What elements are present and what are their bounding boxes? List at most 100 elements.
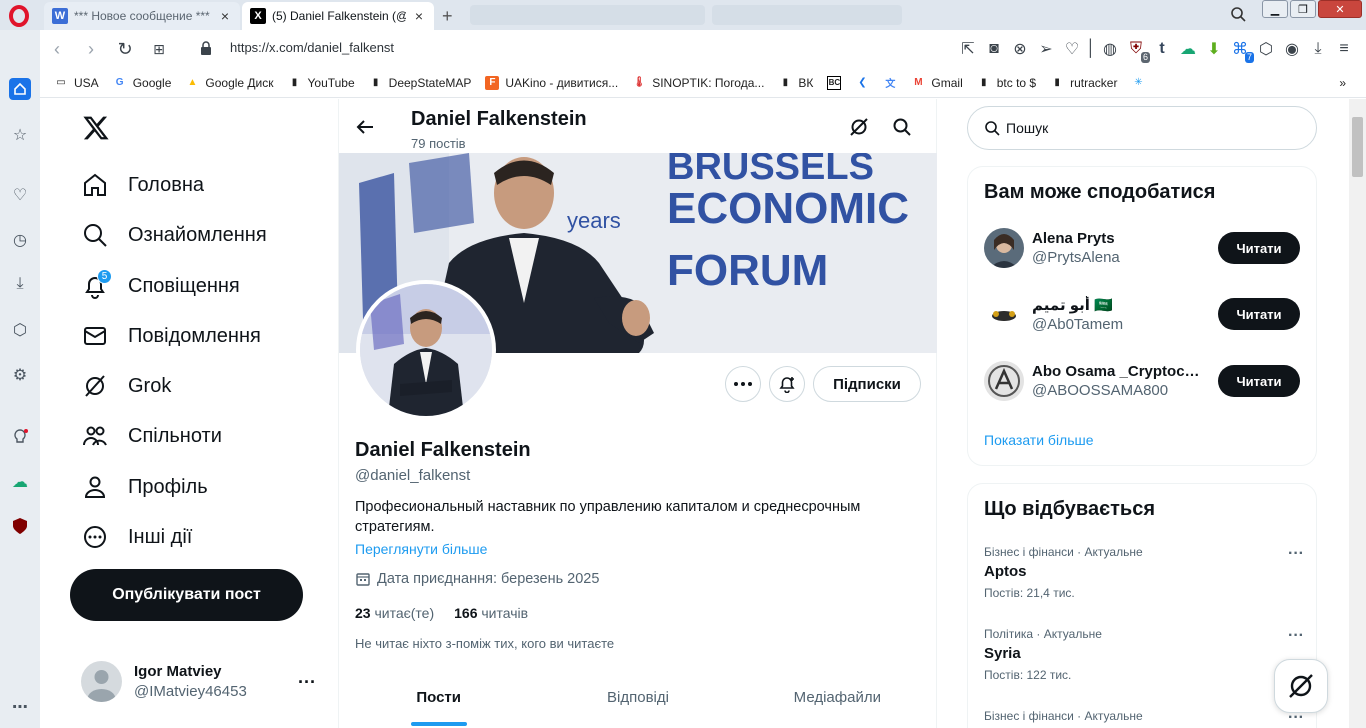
nav-more[interactable]: Інші дії	[82, 522, 192, 552]
nav-messages[interactable]: Повідомлення	[82, 321, 261, 351]
background-tab[interactable]	[712, 5, 902, 25]
globe-icon[interactable]: ◍	[1100, 39, 1120, 59]
nav-grok[interactable]: Grok	[82, 371, 171, 401]
new-tab-icon[interactable]: +	[442, 6, 453, 27]
easy-setup-icon[interactable]: ≡	[1334, 39, 1354, 59]
send-icon[interactable]: ➢	[1036, 39, 1056, 59]
grok-floating-button[interactable]	[1274, 659, 1328, 713]
following-link[interactable]: 23 читає(те)	[355, 605, 434, 621]
camera-icon[interactable]: ◙	[984, 39, 1004, 59]
background-tab[interactable]	[470, 5, 705, 25]
bookmark-bc[interactable]: BC	[827, 75, 842, 90]
tab-media[interactable]: Медіафайли	[738, 673, 937, 728]
heart-icon[interactable]: ♡	[9, 184, 31, 206]
tab-x-profile[interactable]: X (5) Daniel Falkenstein (@da ×	[242, 2, 434, 30]
url-field[interactable]: https://x.com/daniel_falkenst	[230, 40, 394, 55]
bookmark-translate[interactable]: 文	[883, 76, 897, 90]
cube-icon[interactable]: ⬡	[9, 319, 31, 341]
bulb-icon[interactable]	[9, 427, 31, 449]
downloads-icon[interactable]: ⤓	[1308, 39, 1328, 59]
forward-icon[interactable]: ›	[74, 34, 108, 64]
bookmark-arrow[interactable]: ❮	[855, 76, 869, 90]
tab-posts[interactable]: Пости	[339, 673, 538, 728]
tab-replies[interactable]: Відповіді	[538, 673, 737, 728]
settings-gear-icon[interactable]: ⚙	[9, 364, 31, 386]
following-button[interactable]: Підписки	[813, 366, 921, 402]
block-icon[interactable]: ⊗	[1010, 39, 1030, 59]
search-input[interactable]: Пошук	[967, 106, 1317, 150]
trend-more-icon[interactable]: ···	[1288, 627, 1304, 645]
account-more-icon[interactable]: ···	[298, 672, 316, 693]
bookmark-vk[interactable]: ▮ ВК	[778, 76, 814, 90]
account-switcher[interactable]: Igor Matviey @IMatviey46453	[81, 661, 247, 702]
back-arrow-icon[interactable]	[355, 117, 375, 137]
tab-grid-icon[interactable]: ⊞	[142, 34, 176, 64]
vpn-cloud-icon[interactable]: ☁	[9, 471, 31, 493]
see-more-link[interactable]: Переглянути більше	[355, 541, 487, 557]
maximize-icon[interactable]: ❐	[1290, 0, 1316, 18]
account-icon[interactable]: ◉	[1282, 39, 1302, 59]
tab-wiki[interactable]: W *** Новое сообщение *** ×	[44, 2, 240, 30]
x-logo-icon[interactable]	[82, 114, 110, 142]
opera-menu-icon[interactable]	[8, 5, 30, 27]
tumblr-icon[interactable]: t	[1152, 39, 1172, 59]
bookmark-youtube[interactable]: ▮ YouTube	[288, 76, 355, 90]
nav-communities[interactable]: Спільноти	[82, 421, 222, 451]
nav-profile[interactable]: Профіль	[82, 472, 208, 502]
tab-close-icon[interactable]: ×	[412, 9, 426, 23]
bookmark-uakino[interactable]: F UAKino - дивитися...	[485, 75, 618, 90]
trend-item[interactable]: Політика · Актуальне Syria Постів: 122 т…	[984, 627, 1304, 682]
box-icon[interactable]: ⬡	[1256, 39, 1276, 59]
bookmark-folder-usa[interactable]: ▭ USA	[54, 76, 98, 90]
bookmark-btc[interactable]: ▮ btc to $	[977, 76, 1036, 90]
share-icon[interactable]: ⇱	[958, 39, 978, 59]
suggested-user[interactable]: أبو تميم 🇸🇦 @Ab0Tamem	[984, 294, 1204, 334]
bookmark-gmail[interactable]: M Gmail	[911, 76, 963, 90]
bookmark-rutracker[interactable]: ▮ rutracker	[1050, 76, 1117, 90]
close-window-icon[interactable]: ✕	[1318, 0, 1362, 18]
bookmarks-star-icon[interactable]: ☆	[9, 124, 31, 146]
history-clock-icon[interactable]: ◷	[9, 229, 31, 251]
nav-home[interactable]: Головна	[82, 170, 204, 200]
extension-puzzle-icon[interactable]: ⌘ 7	[1230, 39, 1254, 63]
follow-button[interactable]: Читати	[1218, 298, 1300, 330]
suggested-user[interactable]: Alena Pryts @PrytsAlena	[984, 228, 1204, 268]
minimize-icon[interactable]: ▁	[1262, 0, 1288, 18]
suggested-user[interactable]: Abo Osama _Cryptocurrency @ABOOSSAMA800	[984, 361, 1204, 401]
search-icon[interactable]	[892, 117, 912, 137]
follow-button[interactable]: Читати	[1218, 232, 1300, 264]
bookmarks-overflow-icon[interactable]: »	[1339, 76, 1346, 90]
trend-item[interactable]: Бізнес і фінанси · Актуальне ···	[984, 709, 1304, 726]
bookmark-star[interactable]: ✳	[1131, 76, 1145, 90]
show-more-link[interactable]: Показати більше	[984, 432, 1094, 448]
download-arrow-icon[interactable]: ⬇	[1204, 39, 1224, 59]
nav-explore[interactable]: Ознайомлення	[82, 220, 267, 250]
more-options-icon[interactable]	[725, 366, 761, 402]
followers-link[interactable]: 166 читачів	[454, 605, 528, 621]
bookmark-google[interactable]: G Google	[113, 76, 172, 90]
ublock-shield-icon[interactable]	[9, 515, 31, 537]
profile-avatar[interactable]	[356, 280, 496, 420]
bookmark-google-drive[interactable]: ▲ Google Диск	[185, 76, 273, 90]
notify-bell-icon[interactable]	[769, 366, 805, 402]
grok-icon[interactable]	[849, 117, 869, 137]
home-speed-dial-icon[interactable]	[9, 78, 31, 100]
sidebar-more-icon[interactable]: ⋯	[9, 696, 31, 718]
back-icon[interactable]: ‹	[40, 34, 74, 64]
page-scrollbar[interactable]	[1349, 99, 1366, 728]
tab-search-icon[interactable]	[1230, 6, 1246, 22]
trend-item[interactable]: Бізнес і фінанси · Актуальне Aptos Пості…	[984, 545, 1304, 600]
bookmark-deepstatemap[interactable]: ▮ DeepStateMAP	[369, 76, 471, 90]
downloads-icon[interactable]: ⤓	[9, 273, 31, 295]
tab-close-icon[interactable]: ×	[218, 9, 232, 23]
reload-icon[interactable]: ↻	[108, 34, 142, 64]
vpn-icon[interactable]: ☁	[1178, 39, 1198, 59]
post-button[interactable]: Опублікувати пост	[70, 569, 303, 621]
follow-button[interactable]: Читати	[1218, 365, 1300, 397]
scrollbar-thumb[interactable]	[1352, 117, 1363, 177]
trend-more-icon[interactable]: ···	[1288, 545, 1304, 563]
nav-notifications[interactable]: 5 Сповіщення	[82, 269, 240, 301]
ublock-icon[interactable]: ⛨ 6	[1126, 39, 1150, 63]
heart-icon[interactable]: ♡	[1062, 39, 1082, 59]
bookmark-sinoptik[interactable]: 🌡 SINOPTIK: Погода...	[632, 76, 765, 90]
